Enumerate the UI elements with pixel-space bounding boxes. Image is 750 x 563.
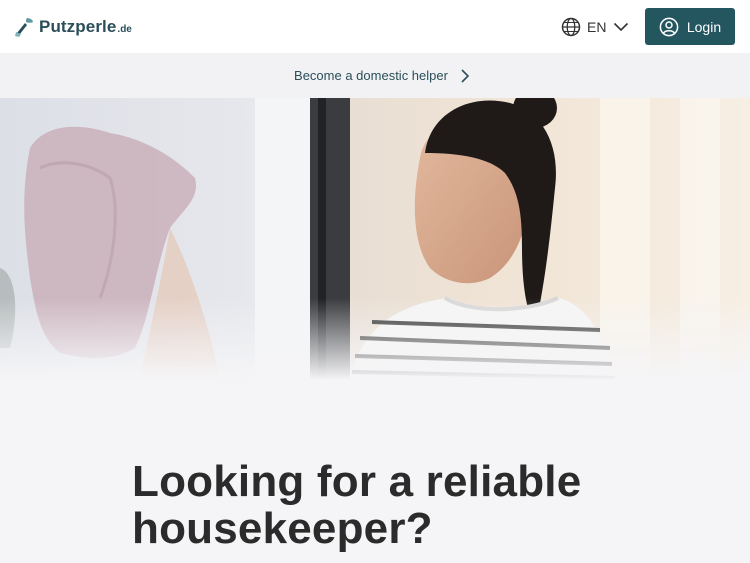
hero-photo	[0, 98, 750, 380]
user-circle-icon	[659, 17, 679, 36]
logo-name: Putzperle	[39, 17, 117, 36]
chevron-right-icon	[461, 68, 470, 83]
chevron-down-icon	[614, 22, 629, 32]
main-content: Looking for a reliable housekeeper?	[0, 380, 750, 563]
hero-image	[0, 98, 750, 380]
login-label: Login	[686, 18, 722, 35]
login-button[interactable]: Login	[645, 8, 735, 45]
helper-banner: Become a domestic helper	[0, 53, 750, 98]
language-label: EN	[587, 19, 607, 35]
page-headline: Looking for a reliable housekeeper?	[132, 457, 582, 553]
globe-icon	[561, 17, 581, 37]
site-header: Putzperle .de EN Login	[0, 0, 750, 53]
logo-tld: .de	[117, 24, 132, 35]
logo[interactable]: Putzperle .de	[14, 14, 132, 40]
broom-leaf-icon	[15, 18, 33, 37]
become-helper-link[interactable]: Become a domestic helper	[294, 68, 470, 83]
language-selector[interactable]: EN	[561, 16, 629, 38]
banner-text: Become a domestic helper	[294, 68, 448, 83]
